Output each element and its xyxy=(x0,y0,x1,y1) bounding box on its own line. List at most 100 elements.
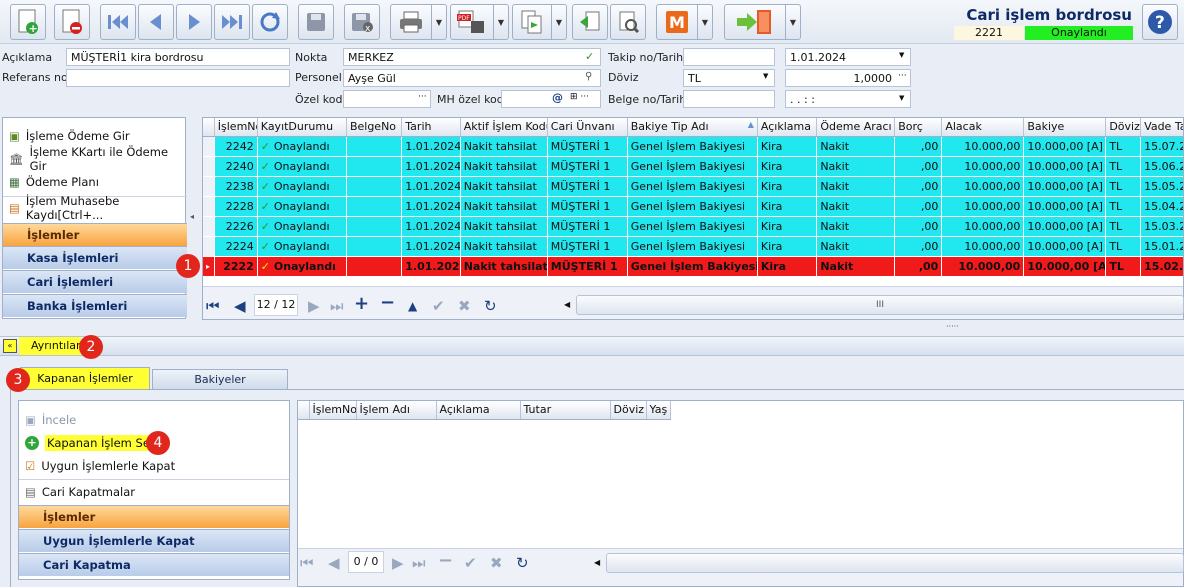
nav-item-muhasebe-kaydi[interactable]: ▤ İşlem Muhasebe Kaydı[Ctrl+... xyxy=(3,194,187,222)
cell-vade-tarihi[interactable]: 15.07.2024 xyxy=(1140,136,1183,157)
nav-refresh-icon[interactable]: ↻ xyxy=(484,297,497,315)
action-incele[interactable]: ▣ İncele xyxy=(19,409,289,431)
cell-bakiye-tip-adi[interactable]: Genel İşlem Bakiyesi xyxy=(627,216,758,237)
col-header-odeme-araci[interactable]: Ödeme Aracı xyxy=(816,118,896,137)
cell-vade-tarihi[interactable]: 15.04.2024 xyxy=(1140,196,1183,217)
cell-doviz[interactable]: TL xyxy=(1105,216,1142,237)
copy-document-button[interactable] xyxy=(512,4,552,40)
details-nav-delete-icon[interactable]: − xyxy=(438,550,453,571)
details-nav-next-icon[interactable]: ▶ xyxy=(392,554,404,572)
cell-bakiye[interactable]: 10.000,00 [A] xyxy=(1023,256,1107,277)
details-bar-uygun-kapat[interactable]: Uygun İşlemlerle Kapat xyxy=(19,529,289,552)
cell-odeme-araci[interactable]: Nakit xyxy=(816,136,896,157)
col-header-tutar[interactable]: Tutar xyxy=(520,401,611,420)
tab-kapanan-islemler[interactable]: Kapanan İşlemler xyxy=(20,367,150,389)
cell-belgeno[interactable] xyxy=(346,256,403,277)
cell-bakiye-tip-adi[interactable]: Genel İşlem Bakiyesi xyxy=(627,136,758,157)
import-button[interactable] xyxy=(572,4,608,40)
nav-next-icon[interactable]: ▶ xyxy=(308,297,320,315)
details-bar-cari-kapatma[interactable]: Cari Kapatma xyxy=(19,553,289,576)
first-record-button[interactable] xyxy=(100,4,136,40)
cell-islemno[interactable]: 2224 xyxy=(214,236,258,257)
nav-bar-islemler[interactable]: İşlemler xyxy=(3,223,187,246)
action-cari-kapatmalar[interactable]: ▤ Cari Kapatmalar xyxy=(19,481,289,503)
table-row[interactable]: 2228 ✓ Onaylandı 1.01.2024 Nakit tahsilat MÜ… xyxy=(203,196,1183,217)
table-row[interactable]: 2226 ✓ Onaylandı 1.01.2024 Nakit tahsilat MÜ… xyxy=(203,216,1183,237)
takip-tarih-dropdown[interactable]: ▼ xyxy=(899,51,904,59)
nokta-input[interactable]: MERKEZ xyxy=(343,48,601,66)
col-header-doviz[interactable]: Döviz xyxy=(1105,118,1142,137)
copy-dropdown[interactable]: ▼ xyxy=(551,4,567,40)
nav-first-icon[interactable]: ⏮ xyxy=(206,297,220,315)
nav-delete-icon[interactable]: − xyxy=(380,292,395,313)
cell-bakiye-tip-adi[interactable]: Genel İşlem Bakiyesi xyxy=(627,256,758,277)
cell-aktif-islem-kodu[interactable]: Nakit tahsilat xyxy=(460,216,548,237)
nav-cancel-icon[interactable]: ✖ xyxy=(458,297,471,315)
cell-borc[interactable]: ,00 xyxy=(894,196,943,217)
kur-ellipsis-icon[interactable]: ··· xyxy=(898,71,907,81)
cell-alacak[interactable]: 10.000,00 xyxy=(941,256,1025,277)
belge-tarih-input[interactable]: . . : : xyxy=(785,90,911,108)
m-button[interactable]: M xyxy=(656,4,698,40)
exit-dropdown[interactable]: ▼ xyxy=(785,4,801,40)
cell-odeme-araci[interactable]: Nakit xyxy=(816,196,896,217)
cell-kayitdurumu[interactable]: ✓ Onaylandı xyxy=(257,256,347,277)
cell-alacak[interactable]: 10.000,00 xyxy=(941,216,1025,237)
cell-aciklama[interactable]: Kira xyxy=(757,216,818,237)
cell-islemno[interactable]: 2242 xyxy=(214,136,258,157)
save-close-button[interactable]: x xyxy=(344,4,380,40)
col-header-yas[interactable]: Yaş xyxy=(646,401,671,420)
cell-belgeno[interactable] xyxy=(346,136,403,157)
previous-record-button[interactable] xyxy=(138,4,174,40)
tab-bakiyeler[interactable]: Bakiyeler xyxy=(152,369,288,389)
cell-islemno[interactable]: 2228 xyxy=(214,196,258,217)
doviz-select[interactable]: TL xyxy=(683,69,775,87)
col-header-belgeno[interactable]: BelgeNo xyxy=(346,118,403,137)
details-nav-last-icon[interactable]: ⏭ xyxy=(412,554,426,572)
belge-tarih-dropdown[interactable]: ▼ xyxy=(899,94,904,102)
cell-tarih[interactable]: 1.01.2024 xyxy=(401,236,461,257)
takip-tarih-input[interactable]: 1.01.2024 xyxy=(785,48,911,66)
splitter-grip[interactable]: ····· xyxy=(946,322,959,331)
col-header-alacak[interactable]: Alacak xyxy=(941,118,1025,137)
aciklama-input[interactable]: MÜŞTERİ1 kira bordrosu xyxy=(66,48,290,66)
cell-cari-unvani[interactable]: MÜŞTERİ 1 xyxy=(547,176,628,197)
col-header-tarih[interactable]: Tarih xyxy=(401,118,461,137)
row-indicator[interactable] xyxy=(203,216,215,237)
cell-doviz[interactable]: TL xyxy=(1105,196,1142,217)
details-horizontal-scrollbar[interactable] xyxy=(606,553,1184,573)
cell-alacak[interactable]: 10.000,00 xyxy=(941,176,1025,197)
nav-up-icon[interactable]: ▲ xyxy=(408,299,417,313)
cell-doviz[interactable]: TL xyxy=(1105,176,1142,197)
cell-cari-unvani[interactable]: MÜŞTERİ 1 xyxy=(547,256,628,277)
nav-prev-icon[interactable]: ◀ xyxy=(234,297,246,315)
cell-odeme-araci[interactable]: Nakit xyxy=(816,236,896,257)
details-nav-first-icon[interactable]: ⏮ xyxy=(300,554,314,572)
cell-cari-unvani[interactable]: MÜŞTERİ 1 xyxy=(547,216,628,237)
cell-kayitdurumu[interactable]: ✓ Onaylandı xyxy=(257,136,347,157)
cell-kayitdurumu[interactable]: ✓ Onaylandı xyxy=(257,196,347,217)
details-bar-islemler[interactable]: İşlemler xyxy=(19,505,289,528)
table-row[interactable]: 2238 ✓ Onaylandı 1.01.2024 Nakit tahsilat MÜ… xyxy=(203,176,1183,197)
col-header-doviz[interactable]: Döviz xyxy=(610,401,647,420)
table-row[interactable]: 2224 ✓ Onaylandı 1.01.2024 Nakit tahsilat MÜ… xyxy=(203,236,1183,257)
cell-cari-unvani[interactable]: MÜŞTERİ 1 xyxy=(547,236,628,257)
details-nav-confirm-icon[interactable]: ✔ xyxy=(464,554,477,572)
personel-lookup-icon[interactable]: ⚲ xyxy=(585,71,592,82)
cell-tarih[interactable]: 1.01.2024 xyxy=(401,256,461,277)
cell-aktif-islem-kodu[interactable]: Nakit tahsilat xyxy=(460,236,548,257)
belge-no-input[interactable] xyxy=(683,90,775,108)
collapse-icon[interactable]: « xyxy=(3,339,17,353)
cell-aktif-islem-kodu[interactable]: Nakit tahsilat xyxy=(460,136,548,157)
nav-bar-kasa[interactable]: Kasa İşlemleri xyxy=(3,246,187,269)
at-icon[interactable]: @ xyxy=(552,91,563,104)
referans-input[interactable] xyxy=(66,69,290,87)
m-dropdown[interactable]: ▼ xyxy=(697,4,713,40)
nav-item-kkarti-odeme[interactable]: 🏛 İşleme KKartı ile Ödeme Gir xyxy=(3,145,187,173)
cell-vade-tarihi[interactable]: 15.05.2024 xyxy=(1140,176,1183,197)
exit-button[interactable] xyxy=(724,4,786,40)
details-nav-prev-icon[interactable]: ◀ xyxy=(328,554,340,572)
col-header-islemno[interactable]: İşlemNo xyxy=(214,118,258,137)
cell-borc[interactable]: ,00 xyxy=(894,136,943,157)
cell-doviz[interactable]: TL xyxy=(1105,136,1142,157)
